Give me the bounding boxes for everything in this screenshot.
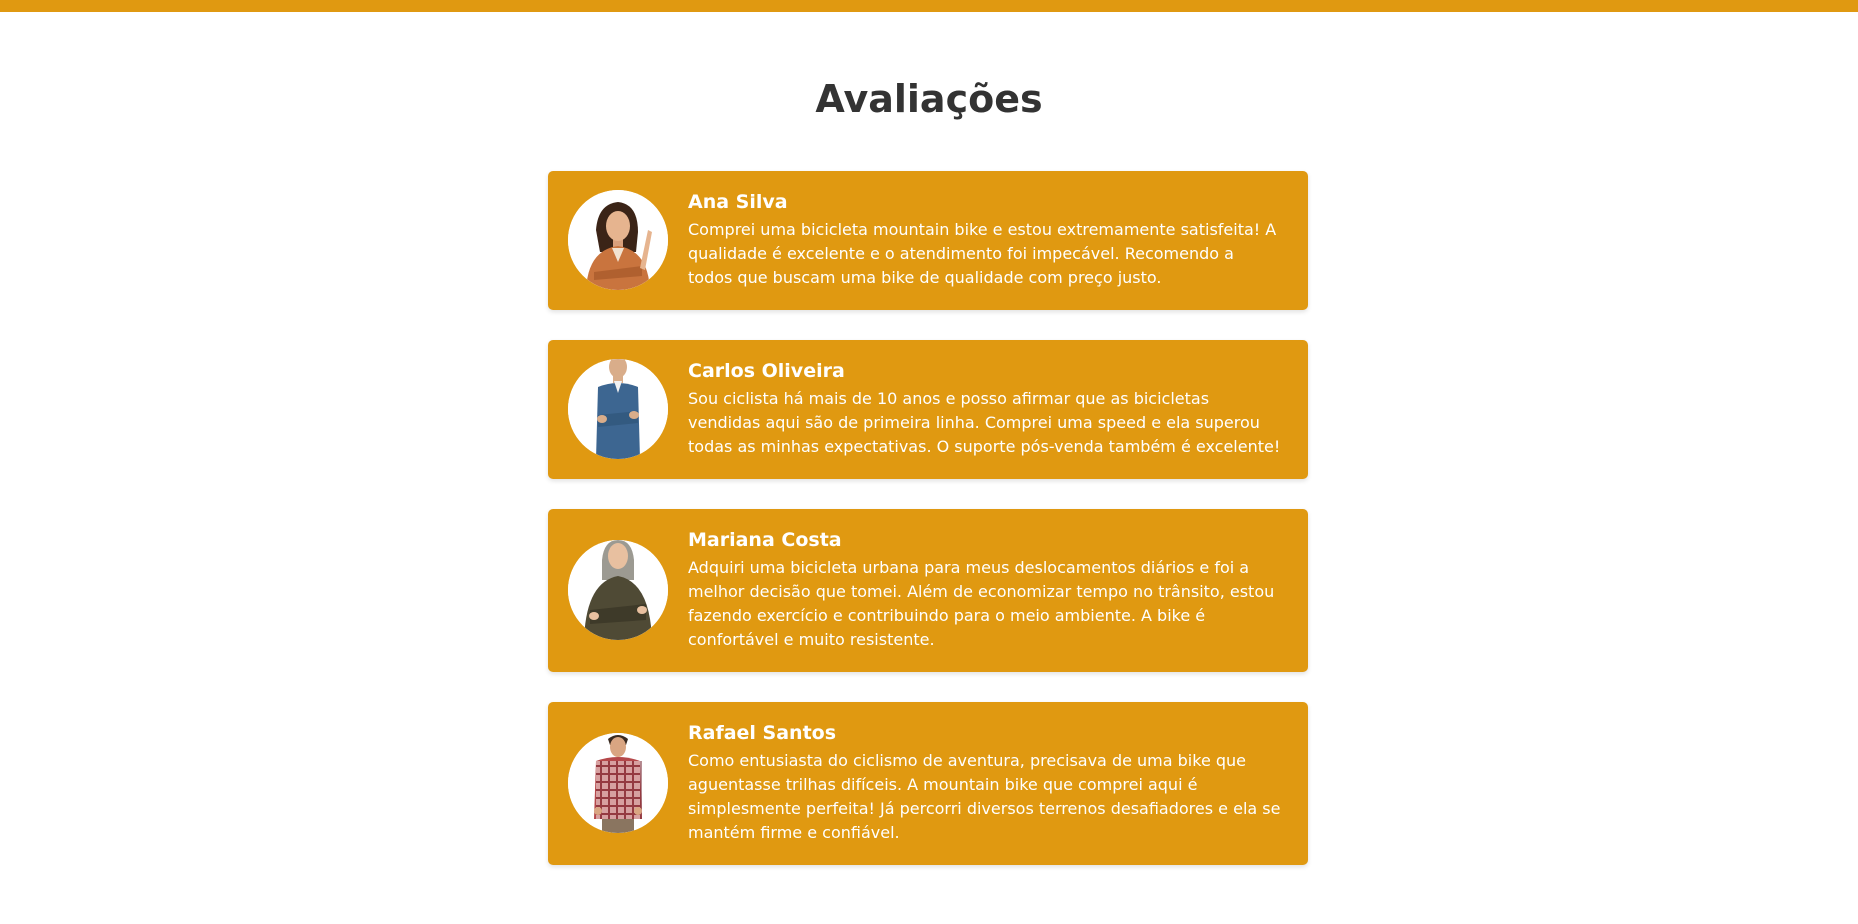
reviews-list: Ana Silva Comprei uma bicicleta mountain… <box>548 171 1308 895</box>
person-photo-icon <box>568 359 668 459</box>
page-title: Avaliações <box>815 77 1043 121</box>
review-card: Carlos Oliveira Sou ciclista há mais de … <box>548 340 1308 479</box>
person-photo-icon <box>568 190 668 290</box>
reviewer-avatar <box>568 190 668 290</box>
review-text: Como entusiasta do ciclismo de aventura,… <box>688 751 1281 842</box>
reviewer-avatar <box>568 540 668 640</box>
reviewer-avatar <box>568 359 668 459</box>
review-text: Adquiri uma bicicleta urbana para meus d… <box>688 558 1275 649</box>
review-content: Mariana Costa Adquiri uma bicicleta urba… <box>688 528 1283 652</box>
reviewer-name: Carlos Oliveira <box>688 360 845 382</box>
review-content: Rafael Santos Como entusiasta do ciclism… <box>688 721 1283 845</box>
person-photo-icon <box>568 540 668 640</box>
person-photo-icon <box>568 733 668 833</box>
reviewer-name: Ana Silva <box>688 191 788 213</box>
review-content: Carlos Oliveira Sou ciclista há mais de … <box>688 359 1283 459</box>
reviewer-name: Mariana Costa <box>688 529 842 551</box>
review-content: Ana Silva Comprei uma bicicleta mountain… <box>688 190 1283 290</box>
review-card: Mariana Costa Adquiri uma bicicleta urba… <box>548 509 1308 672</box>
review-card: Ana Silva Comprei uma bicicleta mountain… <box>548 171 1308 310</box>
review-card: Rafael Santos Como entusiasta do ciclism… <box>548 702 1308 865</box>
review-text: Sou ciclista há mais de 10 anos e posso … <box>688 389 1281 456</box>
top-accent-bar <box>0 0 1858 12</box>
reviewer-avatar <box>568 733 668 833</box>
review-text: Comprei uma bicicleta mountain bike e es… <box>688 220 1277 287</box>
reviewer-name: Rafael Santos <box>688 722 837 744</box>
